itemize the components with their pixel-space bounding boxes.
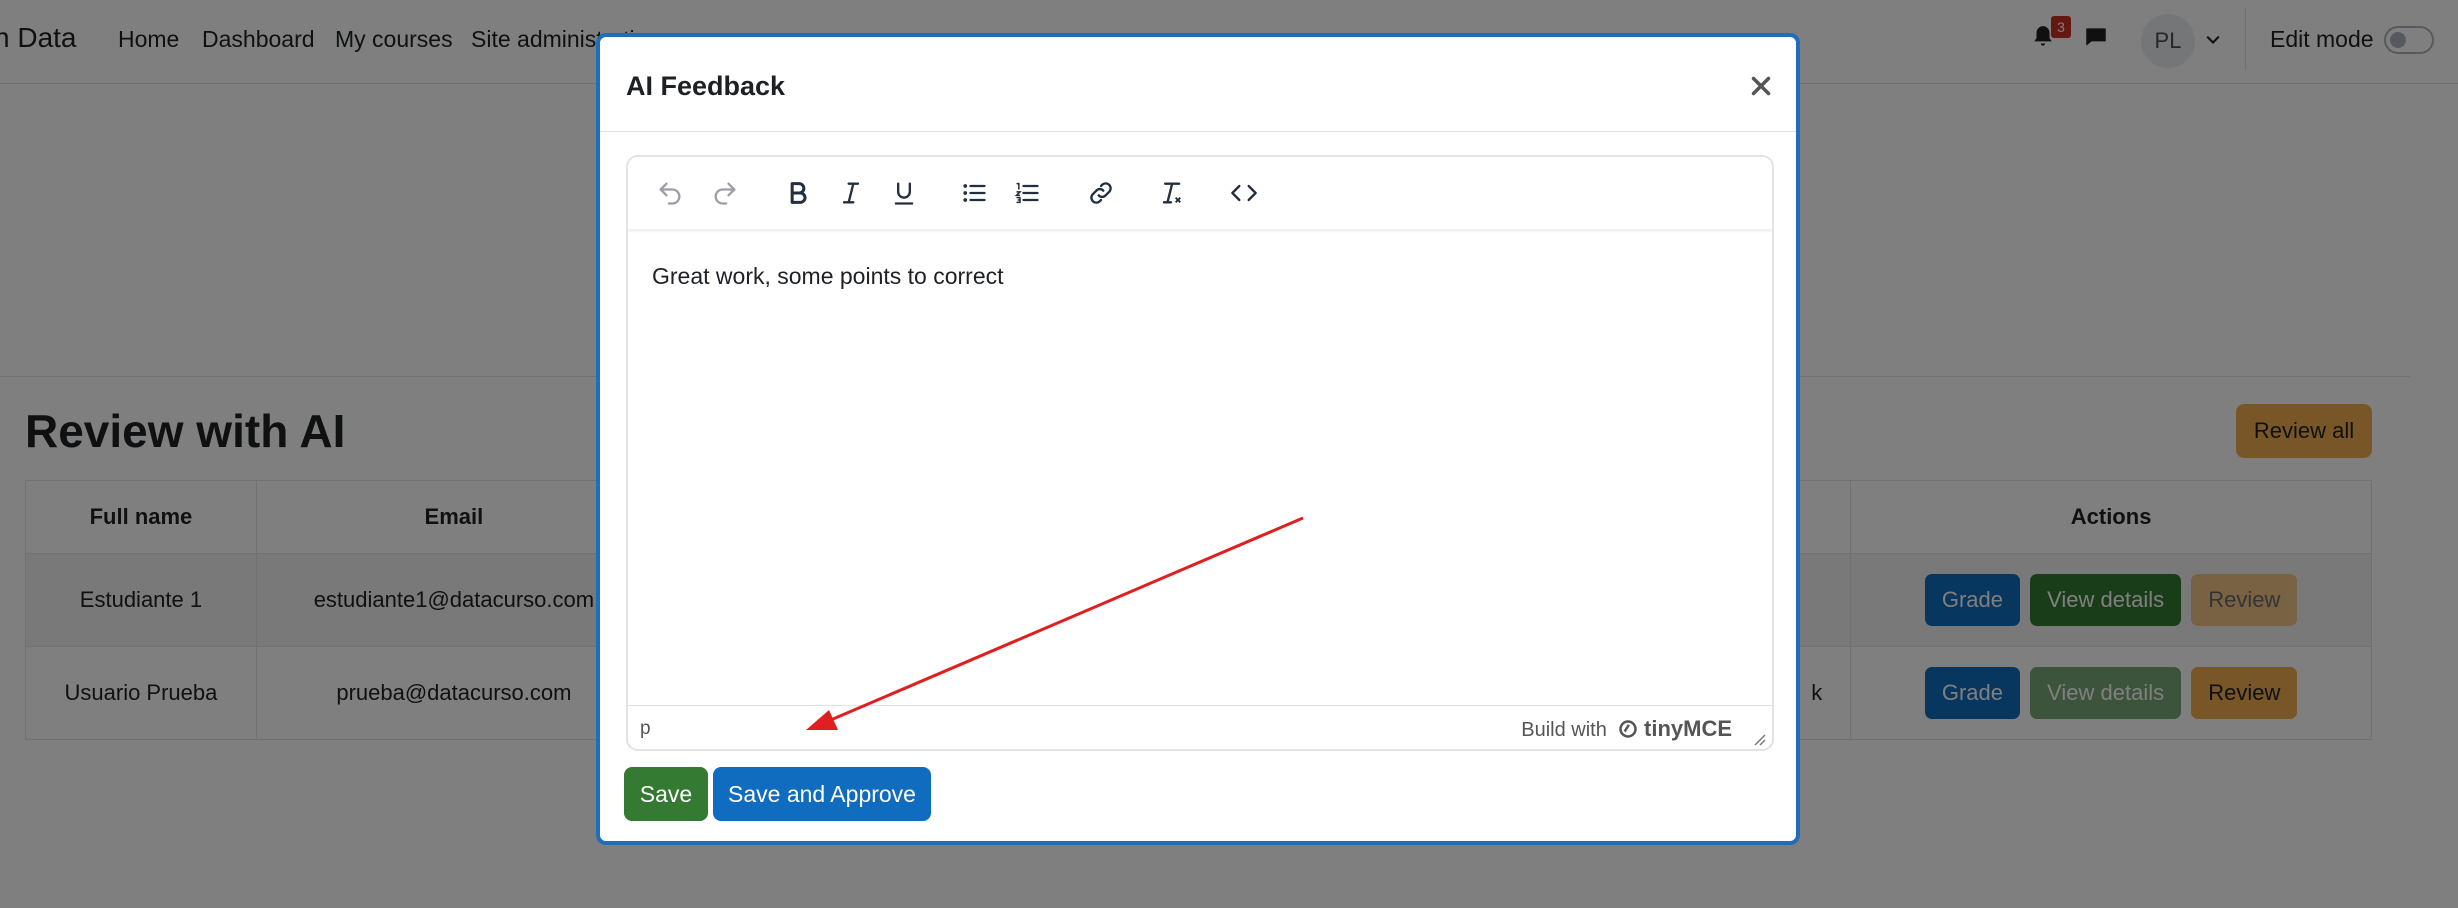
source-code-icon[interactable]	[1222, 171, 1266, 215]
feedback-text[interactable]: Great work, some points to correct	[652, 263, 1004, 290]
underline-icon[interactable]	[882, 171, 926, 215]
modal-header: AI Feedback	[600, 37, 1796, 132]
bullet-list-icon[interactable]	[952, 171, 996, 215]
link-icon[interactable]	[1079, 171, 1123, 215]
editor-statusbar: p Build with tinyMCE	[628, 705, 1772, 749]
save-button[interactable]: Save	[624, 767, 708, 821]
numbered-list-icon[interactable]	[1005, 171, 1049, 215]
tinymce-logo-icon	[1619, 720, 1638, 738]
branding-name: tinyMCE	[1644, 716, 1732, 741]
rich-text-editor: Great work, some points to correct p Bui…	[626, 155, 1774, 751]
branding-prefix: Build with	[1521, 719, 1607, 741]
ai-feedback-modal: AI Feedback Great work, some points to c…	[596, 33, 1800, 845]
editor-content-area[interactable]: Great work, some points to correct	[628, 233, 1772, 703]
italic-icon[interactable]	[829, 171, 873, 215]
editor-toolbar	[628, 157, 1772, 229]
modal-title: AI Feedback	[626, 71, 786, 101]
resize-handle-icon[interactable]	[1752, 732, 1766, 746]
element-path[interactable]: p	[640, 718, 651, 740]
redo-icon[interactable]	[703, 171, 747, 215]
undo-icon[interactable]	[648, 171, 692, 215]
save-and-approve-button[interactable]: Save and Approve	[713, 767, 931, 821]
bold-icon[interactable]	[776, 171, 820, 215]
editor-branding[interactable]: Build with tinyMCE	[1521, 716, 1732, 742]
close-icon[interactable]	[1746, 71, 1776, 101]
clear-formatting-icon[interactable]	[1149, 171, 1193, 215]
